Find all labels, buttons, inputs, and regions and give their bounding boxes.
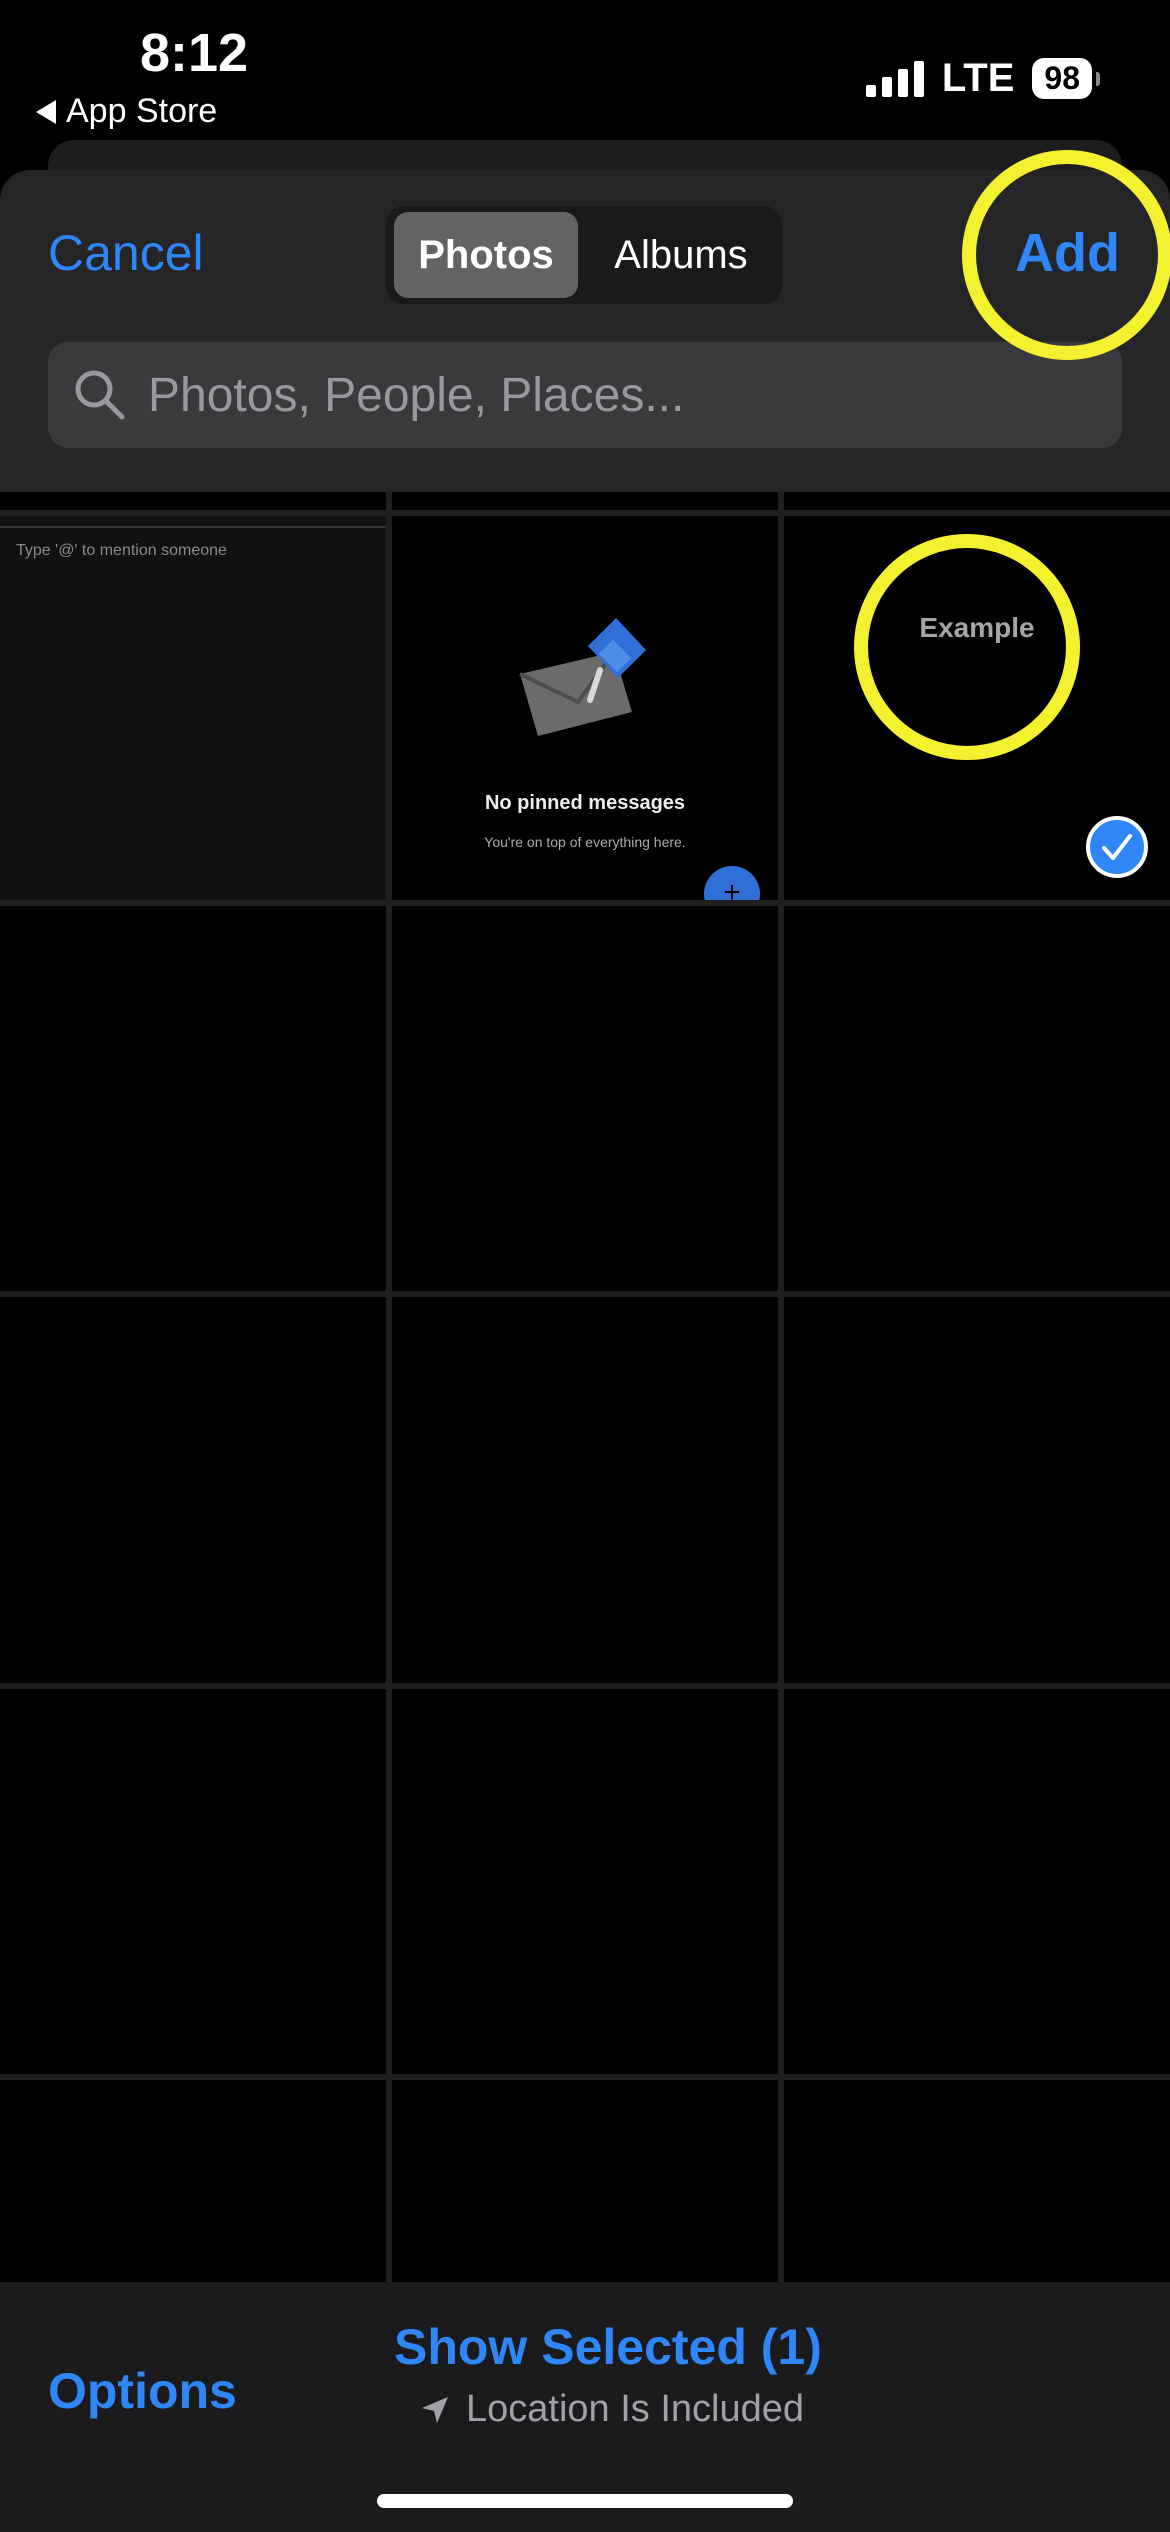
photo-thumbnail[interactable]: [0, 1297, 386, 1683]
cancel-button[interactable]: Cancel: [48, 224, 204, 282]
photos-albums-segmented-control: Photos Albums: [386, 206, 782, 304]
search-field[interactable]: [48, 342, 1122, 448]
options-button[interactable]: Options: [48, 2362, 237, 2420]
location-label: Location Is Included: [466, 2388, 805, 2430]
photo-thumbnail[interactable]: [784, 1689, 1170, 2074]
pinned-empty-title: No pinned messages: [484, 792, 686, 814]
add-highlight-ring: [962, 150, 1170, 360]
back-to-app-store[interactable]: App Store: [36, 92, 217, 131]
location-arrow-icon: [422, 2396, 448, 2423]
photo-thumbnail[interactable]: [392, 2080, 778, 2282]
back-app-label: App Store: [66, 92, 218, 130]
photo-thumbnail[interactable]: [0, 906, 386, 1291]
location-info: Location Is Included: [420, 2388, 804, 2431]
show-selected-button[interactable]: Show Selected (1): [394, 2318, 822, 2376]
tab-photos[interactable]: Photos: [394, 212, 578, 298]
pinned-empty-subtitle: You're on top of everything here.: [484, 834, 686, 850]
thumbnail-divider: [0, 526, 386, 528]
photo-thumbnail-selected[interactable]: Example: [784, 516, 1170, 900]
bottom-toolbar: Options Show Selected (1) Location Is In…: [0, 2282, 1170, 2532]
home-indicator[interactable]: [377, 2494, 793, 2508]
plus-icon: +: [704, 866, 760, 900]
status-time: 8:12: [140, 23, 249, 83]
photo-thumbnail[interactable]: [392, 1689, 778, 2074]
photo-thumbnail[interactable]: Type '@' to mention someone: [0, 516, 386, 900]
battery-icon: 98: [1032, 58, 1100, 99]
cellular-signal-icon: [865, 60, 924, 97]
tab-albums[interactable]: Albums: [586, 212, 776, 298]
search-icon: [75, 370, 125, 420]
photo-thumbnail[interactable]: No pinned messages You're on top of ever…: [392, 516, 778, 900]
photo-thumbnail[interactable]: [392, 906, 778, 1291]
photo-thumbnail[interactable]: [784, 1297, 1170, 1683]
back-triangle-icon: [36, 99, 56, 124]
status-indicators: LTE 98: [865, 56, 1100, 101]
envelope-pin-icon: [519, 618, 646, 736]
photo-thumbnail[interactable]: [0, 1689, 386, 2074]
photo-thumbnail[interactable]: [392, 1297, 778, 1683]
photo-thumbnail[interactable]: [784, 2080, 1170, 2282]
thumbnail-hint-text: Type '@' to mention someone: [16, 542, 227, 559]
photo-thumbnail[interactable]: [0, 2080, 386, 2282]
selected-checkmark-icon[interactable]: [1086, 816, 1148, 878]
photo-thumbnail[interactable]: [784, 906, 1170, 1291]
network-label: LTE: [941, 56, 1015, 100]
example-highlight-ring: [854, 534, 1080, 760]
search-input[interactable]: [146, 366, 1050, 424]
